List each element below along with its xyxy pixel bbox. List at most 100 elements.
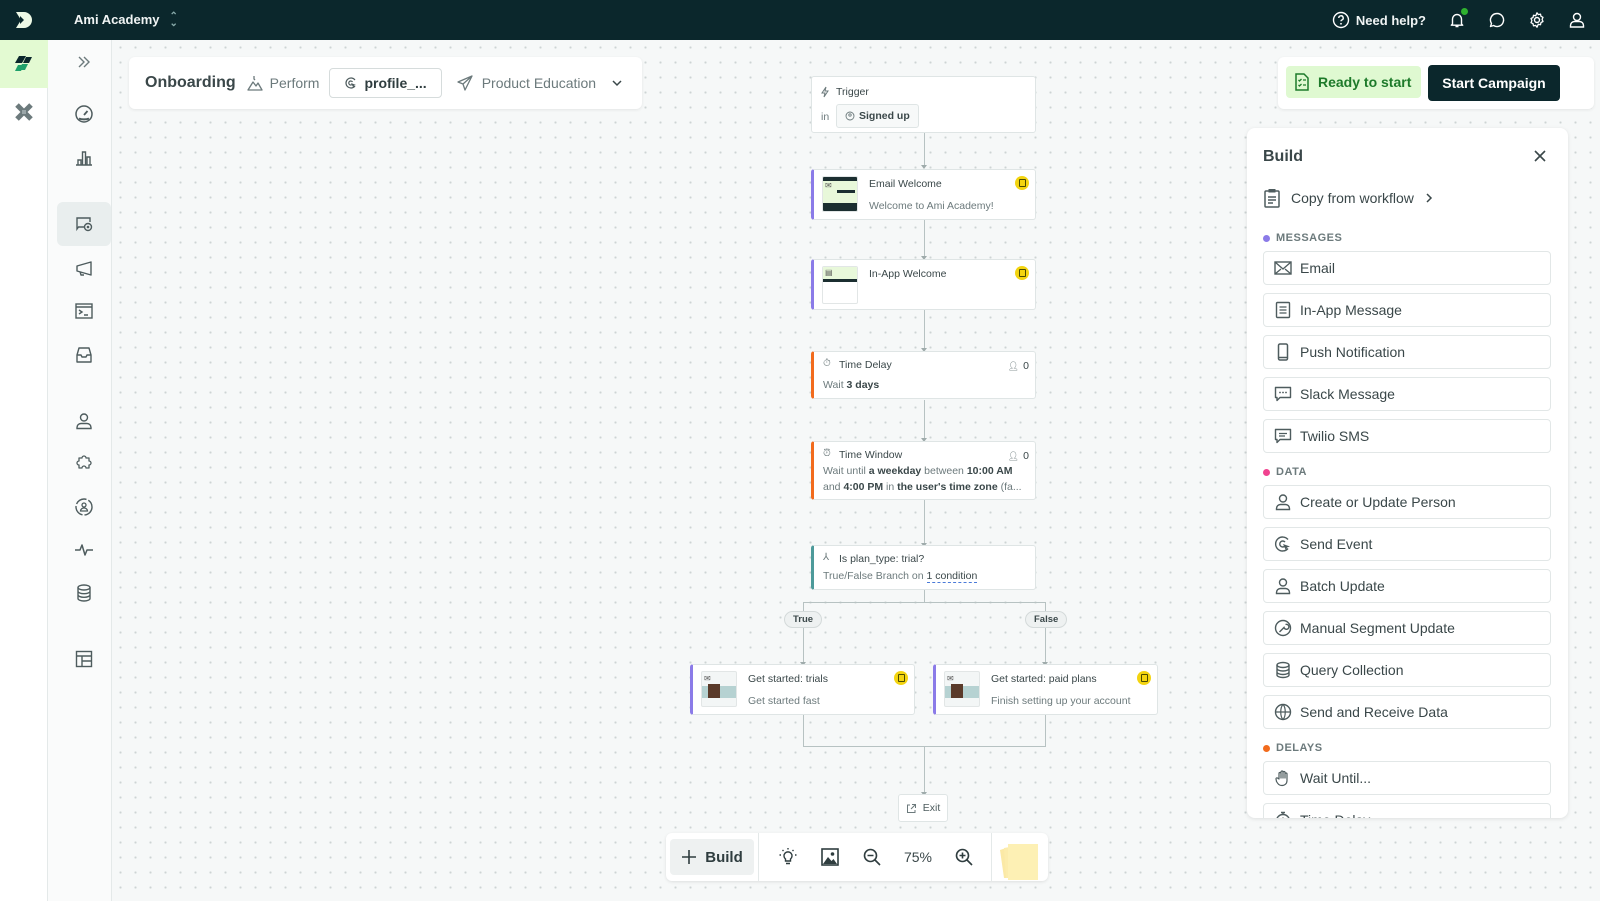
email-welcome-node[interactable]: ✉ Email Welcome Welcome to Ami Academy! — [811, 169, 1036, 220]
chevron-down-icon — [612, 80, 622, 87]
copy-from-workflow[interactable]: Copy from workflow — [1263, 188, 1434, 208]
email-thumbnail: ✉ — [822, 176, 858, 212]
build-label: Build — [705, 848, 743, 866]
build-item-email[interactable]: Email — [1263, 251, 1551, 285]
app-secondary[interactable] — [0, 88, 48, 136]
logo-icon[interactable] — [14, 10, 34, 30]
side-nav — [48, 40, 112, 901]
node-title: Email Welcome — [869, 178, 942, 190]
messages-button[interactable] — [1488, 11, 1506, 29]
item-label: Time Delay — [1300, 812, 1370, 818]
chevron-updown-icon: ⌃ ⌄ — [169, 10, 178, 29]
help-label: Need help? — [1355, 12, 1426, 28]
node-subject: Get started fast — [748, 695, 820, 707]
globe-sync-icon — [1274, 703, 1292, 721]
connector — [924, 500, 925, 545]
account-button[interactable] — [1568, 11, 1586, 29]
trigger-segment[interactable]: Signed up — [836, 104, 919, 128]
toolbar-divider — [758, 833, 759, 881]
nav-segments[interactable] — [57, 485, 111, 529]
build-panel: Build Copy from workflow MESSAGES Email … — [1247, 128, 1568, 818]
trials-email-node[interactable]: ✉ Get started: trials Get started fast — [690, 664, 915, 715]
checklist-icon — [1295, 73, 1309, 91]
build-item-push[interactable]: Push Notification — [1263, 335, 1551, 369]
notification-dot — [1461, 8, 1468, 15]
mobile-phone-icon — [1277, 343, 1289, 361]
nav-people[interactable] — [57, 399, 111, 443]
hand-icon — [1275, 770, 1288, 787]
user-icon — [1569, 12, 1585, 28]
build-item-batch-update[interactable]: Batch Update — [1263, 569, 1551, 603]
build-item-twilio[interactable]: Twilio SMS — [1263, 419, 1551, 453]
trigger-node[interactable]: Trigger in Signed up — [811, 76, 1036, 133]
terminal-icon — [75, 303, 93, 319]
paid-email-node[interactable]: ✉ Get started: paid plans Finish setting… — [933, 664, 1158, 715]
exit-node[interactable]: Exit — [898, 794, 948, 822]
nav-transactional[interactable] — [57, 289, 111, 333]
tips-button[interactable] — [767, 839, 809, 875]
settings-button[interactable] — [1528, 11, 1546, 29]
alarm-clock-icon: ⏰︎ — [823, 448, 831, 459]
clipboard-icon — [1264, 189, 1280, 208]
nav-activity[interactable] — [57, 528, 111, 572]
inbox-icon — [76, 347, 92, 363]
zoom-out-button[interactable] — [851, 839, 893, 875]
app-rail — [0, 40, 48, 901]
image-icon — [821, 848, 839, 866]
close-icon[interactable] — [1532, 148, 1548, 164]
workspace-switcher[interactable]: Ami Academy ⌃ ⌄ — [74, 10, 178, 29]
build-item-wait-until[interactable]: Wait Until... — [1263, 761, 1551, 795]
build-item-slack[interactable]: Slack Message — [1263, 377, 1551, 411]
inapp-welcome-node[interactable]: ▤ In-App Welcome — [811, 259, 1036, 310]
notifications-button[interactable] — [1448, 8, 1468, 29]
connector — [924, 590, 925, 602]
build-item-time-delay[interactable]: Time Delay — [1263, 803, 1551, 818]
top-bar: Ami Academy ⌃ ⌄ Need help? — [0, 0, 1600, 40]
zoom-level: 75% — [903, 849, 933, 865]
database-icon — [1276, 661, 1290, 679]
nav-broadcasts[interactable] — [57, 246, 111, 290]
goal-selector[interactable]: Product Education — [456, 74, 624, 92]
window-line-2: and 4:00 PM in the user's time zone (fa.… — [823, 481, 1022, 493]
nav-data[interactable] — [57, 571, 111, 615]
app-journeys[interactable] — [0, 40, 48, 88]
x-logo-icon — [15, 103, 33, 121]
person-icon — [1275, 578, 1291, 595]
help-button[interactable]: Need help? — [1332, 11, 1426, 29]
event-selector[interactable]: profile_... — [329, 68, 442, 98]
branch-node[interactable]: ⅄ Is plan_type: trial? True/False Branch… — [811, 545, 1036, 590]
nav-objects[interactable] — [57, 637, 111, 681]
puzzle-icon — [76, 455, 92, 469]
item-label: In-App Message — [1300, 302, 1402, 318]
build-item-manual-segment[interactable]: Manual Segment Update — [1263, 611, 1551, 645]
start-campaign-button[interactable]: Start Campaign — [1428, 65, 1560, 101]
campaign-title[interactable]: Onboarding — [145, 74, 236, 92]
nav-integrations[interactable] — [57, 442, 111, 486]
sticky-note-icon[interactable] — [996, 842, 1040, 880]
nav-inbox[interactable] — [57, 333, 111, 377]
item-label: Send and Receive Data — [1300, 704, 1448, 720]
connector — [803, 602, 1046, 603]
build-item-inapp[interactable]: In-App Message — [1263, 293, 1551, 327]
nav-expand[interactable] — [57, 40, 111, 84]
flask-mountain-icon — [247, 76, 263, 91]
database-icon — [77, 584, 91, 602]
time-window-node[interactable]: ⏰︎ Time Window 👤︎ 0 Wait until a weekday … — [811, 441, 1036, 500]
build-button[interactable]: Build — [670, 839, 754, 875]
nav-analytics[interactable] — [57, 136, 111, 180]
image-button[interactable] — [809, 839, 851, 875]
trigger-type[interactable]: Perform — [246, 74, 319, 92]
ready-status[interactable]: Ready to start — [1286, 66, 1421, 98]
time-delay-node[interactable]: ⏱ Time Delay 👤︎ 0 Wait 3 days — [811, 351, 1036, 399]
build-item-send-event[interactable]: Send Event — [1263, 527, 1551, 561]
build-item-send-receive[interactable]: Send and Receive Data — [1263, 695, 1551, 729]
condition-link[interactable]: 1 condition — [926, 570, 978, 583]
section-dot — [1263, 468, 1270, 476]
item-label: Slack Message — [1300, 386, 1395, 402]
nav-dashboard[interactable] — [57, 92, 111, 136]
build-item-query-collection[interactable]: Query Collection — [1263, 653, 1551, 687]
build-item-create-person[interactable]: Create or Update Person — [1263, 485, 1551, 519]
nav-campaigns[interactable] — [57, 202, 111, 246]
zoom-in-button[interactable] — [943, 839, 985, 875]
section-dot — [1263, 744, 1270, 752]
